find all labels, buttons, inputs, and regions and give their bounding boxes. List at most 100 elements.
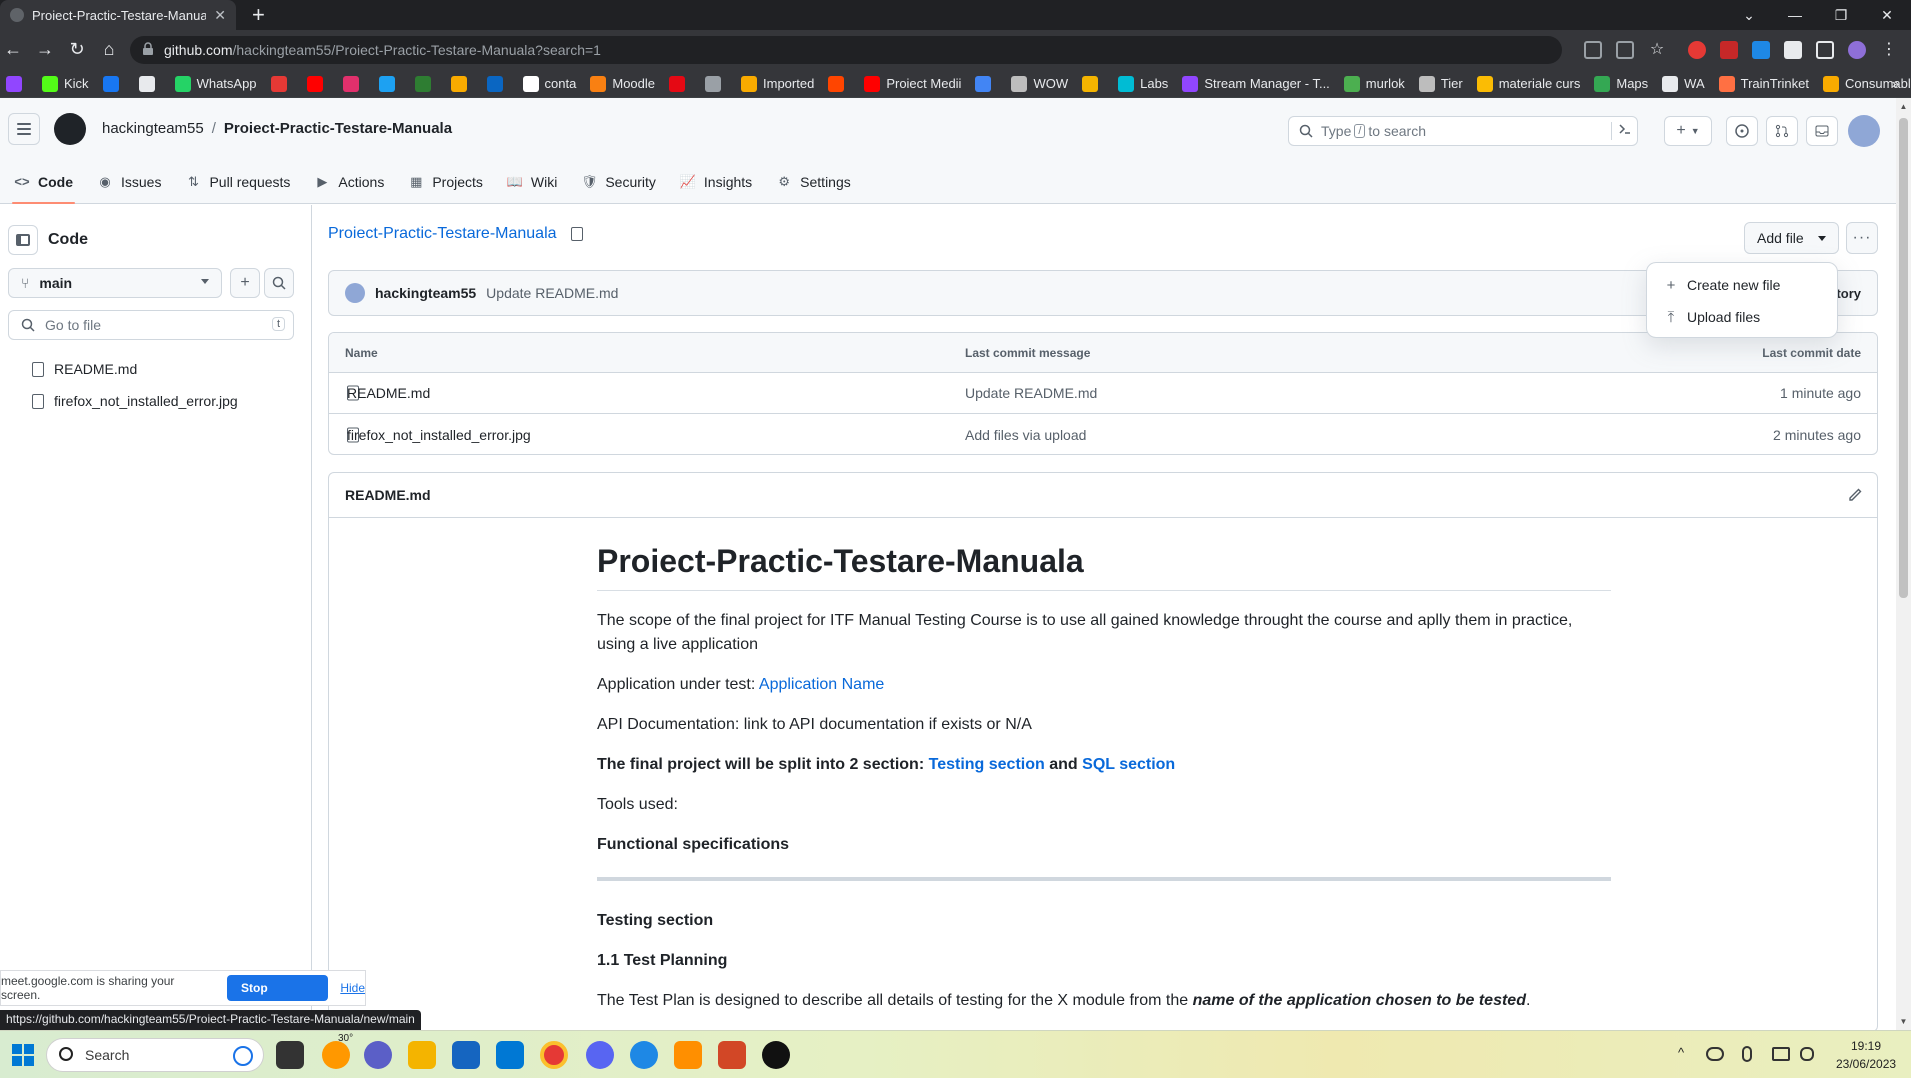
breadcrumb-repo[interactable]: Proiect-Practic-Testare-Manuala	[224, 120, 452, 137]
table-row[interactable]: firefox_not_installed_error.jpg Add file…	[329, 414, 1877, 454]
tab-projects[interactable]: ▦ Projects	[408, 160, 483, 204]
tab-pull-requests[interactable]: ⇅ Pull requests	[185, 160, 290, 204]
weather-icon[interactable]	[322, 1041, 350, 1069]
browser-tab[interactable]: Proiect-Practic-Testare-Manuala/ ✕	[0, 0, 236, 30]
install-app-icon[interactable]	[1584, 41, 1602, 59]
vertical-scrollbar[interactable]: ▲ ▼	[1896, 98, 1911, 1030]
file-name[interactable]: firefox_not_installed_error.jpg	[347, 427, 531, 443]
bookmark-item[interactable]	[102, 75, 125, 92]
powerpoint-icon[interactable]	[718, 1041, 746, 1069]
breadcrumb-owner[interactable]: hackingteam55	[102, 120, 204, 137]
command-palette-icon[interactable]	[1611, 122, 1630, 140]
bookmark-item[interactable]: materiale curs	[1476, 75, 1580, 92]
bookmark-item[interactable]: WhatsApp	[174, 75, 257, 92]
stop-sharing-button[interactable]: Stop sharing	[227, 975, 329, 1021]
volume-icon[interactable]	[1800, 1047, 1814, 1061]
tab-insights[interactable]: 📈 Insights	[680, 160, 752, 204]
extensions-puzzle-icon[interactable]	[1784, 41, 1802, 59]
network-icon[interactable]	[1772, 1047, 1790, 1061]
profile-avatar[interactable]	[1848, 41, 1866, 59]
extension-icon[interactable]	[1720, 41, 1738, 59]
scrollbar-thumb[interactable]	[1899, 118, 1908, 598]
microphone-icon[interactable]	[1742, 1046, 1752, 1062]
close-tab-icon[interactable]: ✕	[214, 7, 226, 24]
restore-button[interactable]: ❐	[1818, 0, 1864, 30]
bookmark-item[interactable]	[414, 75, 437, 92]
go-to-file-input[interactable]: Go to file t	[8, 310, 294, 340]
bing-icon[interactable]	[233, 1046, 253, 1066]
bookmark-item[interactable]: TrainTrinket	[1718, 75, 1809, 92]
history-link[interactable]: tory	[1836, 286, 1861, 301]
commit-author-avatar[interactable]	[345, 283, 365, 303]
tree-item[interactable]: README.md	[32, 361, 137, 377]
commit-message-cell[interactable]: Add files via upload	[965, 427, 1086, 443]
browser-menu-icon[interactable]: ⋮	[1880, 41, 1898, 59]
upload-files-item[interactable]: ⤒ Upload files	[1647, 301, 1837, 333]
windows-start-icon[interactable]	[12, 1044, 34, 1066]
tab-settings[interactable]: ⚙ Settings	[776, 160, 850, 204]
extension-icon[interactable]	[1752, 41, 1770, 59]
bookmark-item[interactable]: Moodle	[590, 75, 655, 92]
vlc-icon[interactable]	[674, 1041, 702, 1069]
bookmark-item[interactable]: Kick	[42, 75, 89, 92]
collapse-sidebar-icon[interactable]	[8, 225, 38, 255]
taskbar-search[interactable]: Search	[46, 1038, 264, 1072]
bookmark-item[interactable]: Maps	[1594, 75, 1648, 92]
app-icon[interactable]	[762, 1041, 790, 1069]
branch-selector[interactable]: ⑂ main	[8, 268, 222, 298]
home-icon[interactable]: ⌂	[98, 39, 120, 60]
bookmark-star-icon[interactable]: ☆	[1648, 41, 1666, 59]
store-icon[interactable]	[452, 1041, 480, 1069]
side-panel-icon[interactable]	[1816, 41, 1834, 59]
tab-security[interactable]: 🛡 Security	[581, 160, 656, 204]
clock[interactable]: 19:19 23/06/2023	[1836, 1037, 1896, 1073]
share-icon[interactable]	[1616, 41, 1634, 59]
search-input[interactable]: Type / to search	[1288, 116, 1638, 146]
more-options-button[interactable]: ···	[1846, 222, 1878, 254]
tab-wiki[interactable]: 📖 Wiki	[507, 160, 558, 204]
bookmark-item[interactable]	[342, 75, 365, 92]
adblock-extension-icon[interactable]	[1688, 41, 1706, 59]
minimize-button[interactable]: —	[1772, 0, 1818, 30]
tray-overflow-icon[interactable]: ^	[1678, 1045, 1684, 1060]
bookmark-item[interactable]	[378, 75, 401, 92]
bookmark-item[interactable]	[1082, 75, 1104, 92]
bookmark-item[interactable]	[975, 75, 997, 92]
commit-author[interactable]: hackingteam55	[375, 285, 476, 301]
bookmark-item[interactable]: murlok	[1343, 75, 1405, 92]
new-tab-button[interactable]: +	[252, 3, 265, 27]
bookmark-item[interactable]	[450, 75, 473, 92]
sql-section-link[interactable]: SQL section	[1082, 756, 1175, 773]
bookmark-item[interactable]: conta	[522, 75, 576, 92]
bookmark-item[interactable]: Imported	[741, 75, 814, 92]
pull-requests-icon[interactable]	[1766, 116, 1798, 146]
back-icon[interactable]: ←	[2, 39, 24, 60]
tab-search-icon[interactable]: ⌄	[1726, 0, 1772, 30]
user-avatar[interactable]	[1848, 115, 1880, 147]
bookmark-item[interactable]: Tier	[1418, 75, 1463, 92]
bookmark-item[interactable]	[270, 75, 293, 92]
testing-section-link[interactable]: Testing section	[929, 756, 1045, 773]
add-file-plus-button[interactable]: +	[230, 268, 260, 298]
bookmark-item[interactable]	[669, 75, 691, 92]
bookmark-item[interactable]	[138, 75, 161, 92]
copy-icon[interactable]	[570, 227, 583, 241]
bookmark-item[interactable]	[828, 75, 850, 92]
tab-code[interactable]: <> Code	[12, 160, 75, 204]
reload-icon[interactable]: ↻	[66, 39, 88, 60]
close-window-button[interactable]: ✕	[1864, 0, 1910, 30]
bookmark-item[interactable]: Labs	[1118, 75, 1168, 92]
tab-actions[interactable]: ▶ Actions	[314, 160, 384, 204]
teams-chat-icon[interactable]	[364, 1041, 392, 1069]
inbox-icon[interactable]	[1806, 116, 1838, 146]
tree-item[interactable]: firefox_not_installed_error.jpg	[32, 393, 238, 409]
bookmark-item[interactable]	[306, 75, 329, 92]
address-bar[interactable]: github.com/hackingteam55/Proiect-Practic…	[130, 36, 1562, 64]
hide-link[interactable]: Hide	[340, 981, 365, 995]
github-logo-icon[interactable]	[54, 113, 86, 145]
bookmark-item[interactable]: WA	[1662, 75, 1705, 92]
scroll-down-icon[interactable]: ▼	[1899, 1017, 1908, 1026]
file-explorer-icon[interactable]	[408, 1041, 436, 1069]
chrome-icon[interactable]	[540, 1041, 568, 1069]
create-new-file-item[interactable]: + Create new file	[1647, 269, 1837, 301]
